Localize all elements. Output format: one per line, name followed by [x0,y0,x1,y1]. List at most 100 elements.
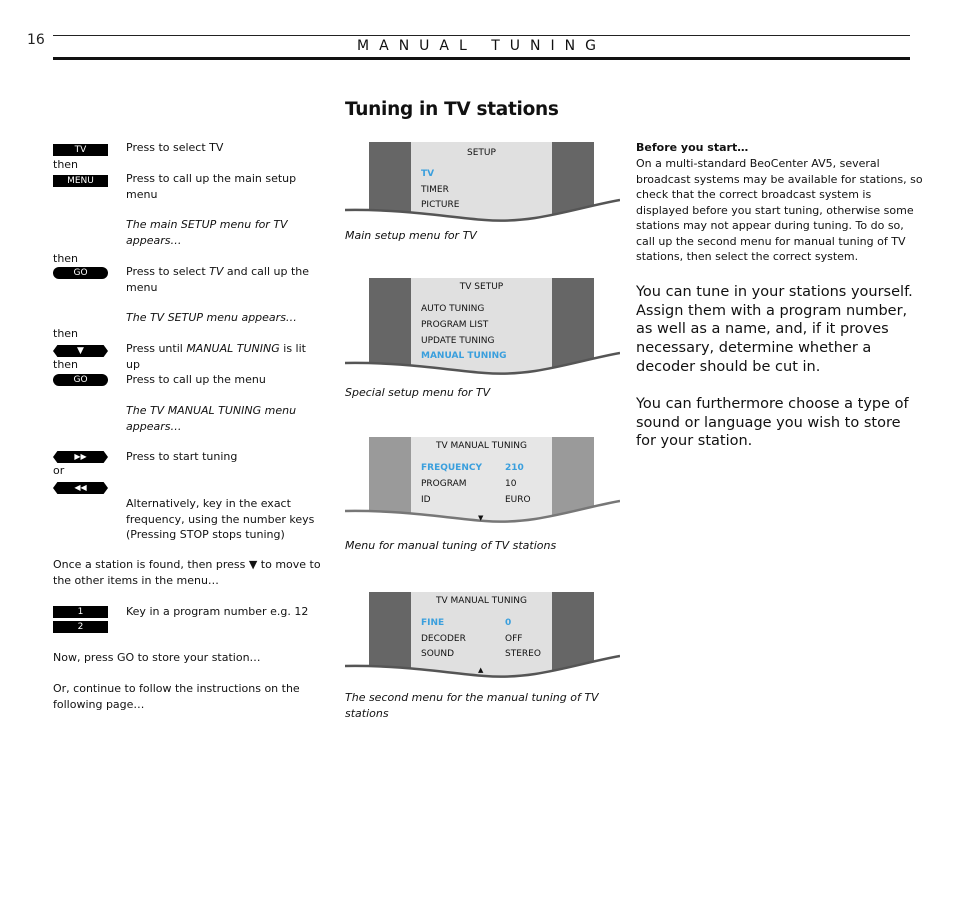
down-arrow-button[interactable]: ▼ [53,345,108,357]
setup-menu-illustration: SETUP TV TIMER PICTURE [345,142,620,232]
menu-item-update-tuning: UPDATE TUNING [421,336,495,346]
text-run: Press to select [126,265,210,278]
caption-line: The second menu for the manual tuning of… [345,691,599,704]
fast-forward-button[interactable]: ▶▶ [53,451,108,463]
rewind-button[interactable]: ◀◀ [53,482,108,494]
tv-button[interactable]: TV [53,144,108,156]
text-line: for your station. [636,433,753,450]
text-line: Assign them with a program number, [636,302,908,319]
note-line: appears… [126,419,182,433]
note-line: the other items in the menu… [53,573,219,587]
text-line: check that the correct broadcast system … [636,188,872,201]
menu-item-manual-tuning: MANUAL TUNING [421,351,507,361]
menu-caption: Special setup menu for TV [345,386,491,399]
note-line: following page… [53,697,145,711]
continue-note: Or, continue to follow the instructions … [53,681,300,712]
menu-value-sound: STEREO [505,649,541,659]
step-desc-keyin: Key in a program number e.g. 12 [126,605,309,618]
text-line: necessary, determine whether a [636,340,872,357]
text-line: decoder should be cut in. [636,358,821,375]
menu-value-id: EURO [505,495,531,505]
or-label: or [53,464,65,477]
caption-line: stations [345,706,389,720]
menu-value-frequency: 210 [505,463,524,473]
note-line: appears… [126,233,182,247]
text-run: TV [209,265,224,278]
page-number: 16 [27,32,45,48]
note-tvsetup-appears: The TV SETUP menu appears… [126,311,297,324]
go-button[interactable]: GO [53,374,108,386]
tv-setup-menu-illustration: TV SETUP AUTO TUNING PROGRAM LIST UPDATE… [345,278,620,375]
text-line: displayed before you start tuning, other… [636,203,914,217]
note-line: (Pressing STOP stops tuning) [126,528,285,541]
menu-item-auto-tuning: AUTO TUNING [421,304,485,314]
step-desc-down: Press until MANUAL TUNING is lit up [126,341,306,372]
note-line: Once a station is found, then press ▼ to… [53,558,321,571]
text-line: call up the second menu for manual tunin… [636,234,906,248]
step-desc-line: menu [126,187,158,201]
text-line: You can tune in your stations yourself. [636,284,913,300]
tv-screen-shape [345,592,620,678]
text-run: and call up the [223,265,310,278]
note-line: frequency, using the number keys [126,512,315,526]
menu-item-id: ID [421,495,431,505]
step-desc-tv: Press to select TV [126,141,224,154]
menu-caption: The second menu for the manual tuning of… [345,690,599,721]
store-note: Now, press GO to store your station… [53,651,261,664]
manual-tuning-second-menu-illustration: TV MANUAL TUNING FINE 0 DECODER OFF SOUN… [345,592,620,682]
step-desc-go: Press to select TV and call up the menu [126,264,309,295]
menu-item-program: PROGRAM [421,479,467,489]
menu-value-fine: 0 [505,618,512,628]
menu-item-sound: SOUND [421,649,455,659]
step-desc-line: Press to select TV and call up the [126,264,309,280]
alternative-note: Alternatively, key in the exact frequenc… [126,496,314,543]
text-run: MANUAL TUNING [186,342,280,355]
intro-paragraph: You can tune in your stations yourself. … [636,283,913,377]
note-line: Or, continue to follow the instructions … [53,682,300,695]
then-label: then [53,358,79,371]
step-desc-line: Press to call up the main setup [126,172,297,185]
go-button[interactable]: GO [53,267,108,279]
before-you-start-heading: Before you start… [636,141,749,154]
note-line: The main SETUP menu for TV [126,218,288,231]
text-run: is lit [279,342,306,355]
text-line: broadcast systems may be available for s… [636,172,923,186]
scroll-down-indicator-icon: ▼ [478,514,484,522]
page-title: Tuning in TV stations [345,99,559,120]
step-desc-go2: Press to call up the menu [126,373,266,386]
note-line: Alternatively, key in the exact [126,497,291,510]
menu-item-frequency: FREQUENCY [421,463,482,473]
step-desc-line: Press until MANUAL TUNING is lit [126,341,306,357]
header-rule-bottom [53,57,910,60]
text-line: stations, then select the correct system… [636,250,859,263]
number-1-button[interactable]: 1 [53,606,108,618]
menu-title: TV MANUAL TUNING [436,596,527,606]
text-line: as well as a name, and, if it proves [636,321,889,338]
tv-screen-shape [345,437,620,523]
then-label: then [53,252,79,265]
number-2-button[interactable]: 2 [53,621,108,633]
text-line: You can furthermore choose a type of [636,396,909,412]
menu-button[interactable]: MENU [53,175,108,187]
step-desc-line: menu [126,280,158,294]
note-line: The TV MANUAL TUNING menu [126,404,297,417]
header-rule-top [53,35,910,36]
menu-title: SETUP [467,148,496,158]
menu-item-decoder: DECODER [421,634,466,644]
step-desc-line: up [126,357,140,371]
menu-value-decoder: OFF [505,634,523,644]
then-label: then [53,327,79,340]
menu-value-program: 10 [505,479,517,489]
station-found-note: Once a station is found, then press ▼ to… [53,557,321,588]
then-label: then [53,158,79,171]
step-desc-ff: Press to start tuning [126,450,238,463]
text-line: On a multi-standard BeoCenter AV5, sever… [636,157,880,170]
note-manual-appears: The TV MANUAL TUNING menu appears… [126,403,296,434]
menu-item-timer: TIMER [421,185,449,195]
scroll-up-indicator-icon: ▲ [478,666,484,674]
text-line: stations may not appear during tuning. T… [636,219,904,232]
before-you-start-text: On a multi-standard BeoCenter AV5, sever… [636,156,923,265]
text-line: sound or language you wish to store [636,414,901,431]
text-run: Press until [126,342,187,355]
manual-tuning-menu-illustration: TV MANUAL TUNING FREQUENCY 210 PROGRAM 1… [345,437,620,527]
